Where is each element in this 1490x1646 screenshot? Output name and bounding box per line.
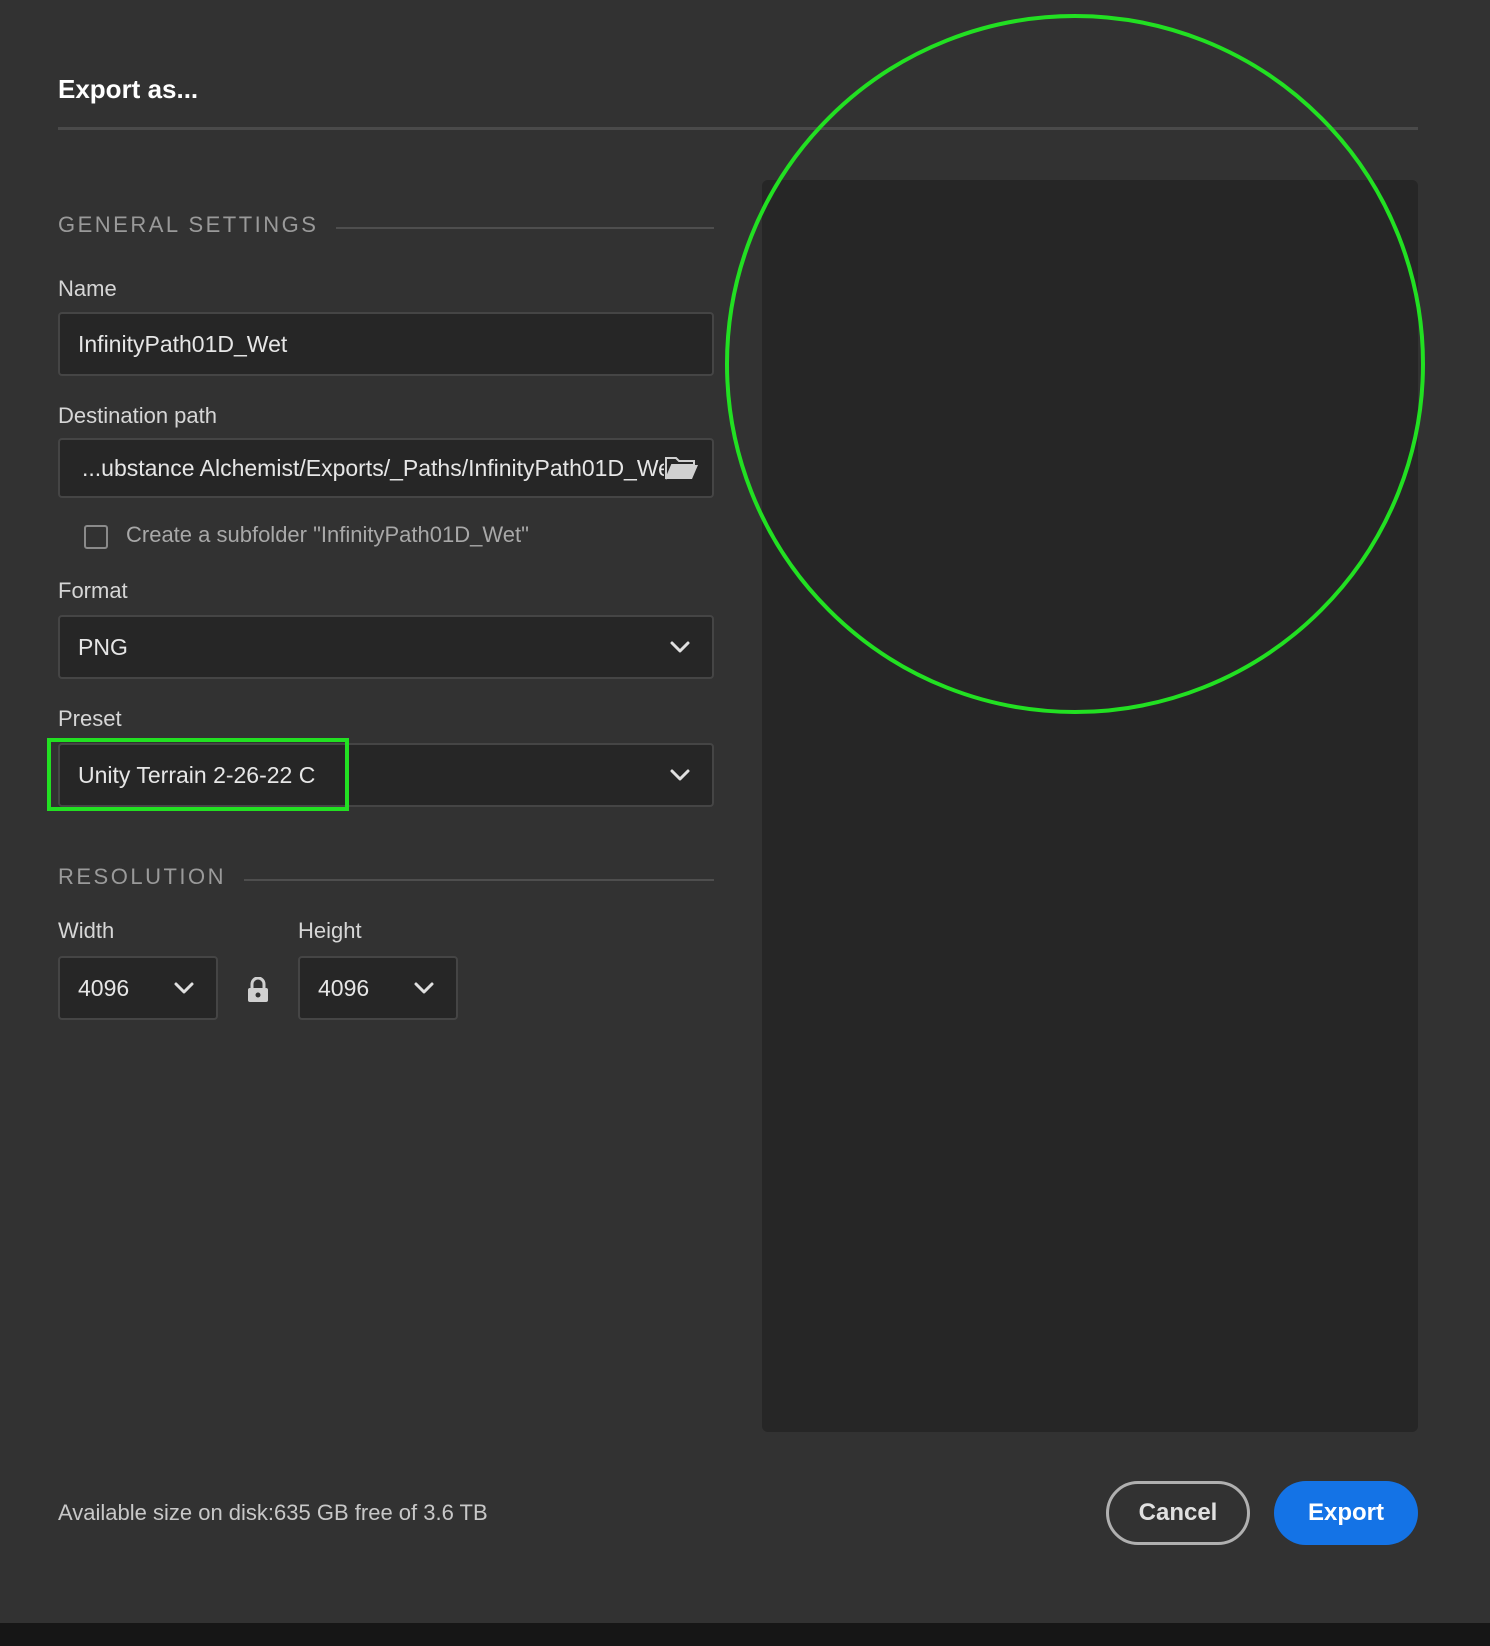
name-label: Name — [58, 276, 117, 301]
title-divider — [58, 127, 1418, 130]
height-select-value: 4096 — [318, 974, 370, 1001]
preset-select-value: Unity Terrain 2-26-22 C — [78, 761, 316, 788]
preview-panel — [762, 180, 1418, 1432]
chevron-down-icon — [670, 641, 690, 653]
preset-select[interactable]: Unity Terrain 2-26-22 C — [58, 743, 714, 807]
disk-space-info: Available size on disk:635 GB free of 3.… — [58, 1500, 488, 1525]
format-label: Format — [58, 578, 128, 603]
width-label: Width — [58, 918, 115, 943]
chevron-down-icon — [670, 769, 690, 781]
cancel-button[interactable]: Cancel — [1106, 1481, 1250, 1545]
destination-path-label: Destination path — [58, 403, 217, 428]
height-select[interactable]: 4096 — [298, 956, 458, 1020]
general-settings-header: GENERAL SETTINGS — [58, 212, 714, 238]
bottom-bar — [0, 1623, 1490, 1646]
resolution-heading: RESOLUTION — [58, 864, 227, 889]
export-button[interactable]: Export — [1274, 1481, 1418, 1545]
create-subfolder-checkbox[interactable] — [84, 525, 108, 549]
section-divider — [336, 227, 714, 229]
name-input-value: InfinityPath01D_Wet — [78, 330, 288, 357]
create-subfolder-label: Create a subfolder "InfinityPath01D_Wet" — [126, 522, 529, 547]
chevron-down-icon — [414, 982, 434, 994]
export-dialog: Export as... GENERAL SETTINGS Name Infin… — [0, 0, 1490, 1623]
folder-open-icon[interactable] — [664, 454, 700, 482]
resolution-header: RESOLUTION — [58, 864, 714, 890]
destination-path-input[interactable]: ...ubstance Alchemist/Exports/_Paths/Inf… — [58, 438, 714, 498]
format-select[interactable]: PNG — [58, 615, 714, 679]
width-select-value: 4096 — [78, 974, 130, 1001]
lock-icon[interactable] — [246, 977, 270, 1003]
height-label: Height — [298, 918, 362, 943]
chevron-down-icon — [174, 982, 194, 994]
general-settings-heading: GENERAL SETTINGS — [58, 212, 319, 237]
format-select-value: PNG — [78, 633, 128, 660]
destination-path-value: ...ubstance Alchemist/Exports/_Paths/Inf… — [82, 454, 664, 481]
section-divider — [244, 879, 714, 881]
width-select[interactable]: 4096 — [58, 956, 218, 1020]
dialog-title: Export as... — [58, 74, 199, 104]
name-input[interactable]: InfinityPath01D_Wet — [58, 312, 714, 376]
preset-label: Preset — [58, 706, 122, 731]
